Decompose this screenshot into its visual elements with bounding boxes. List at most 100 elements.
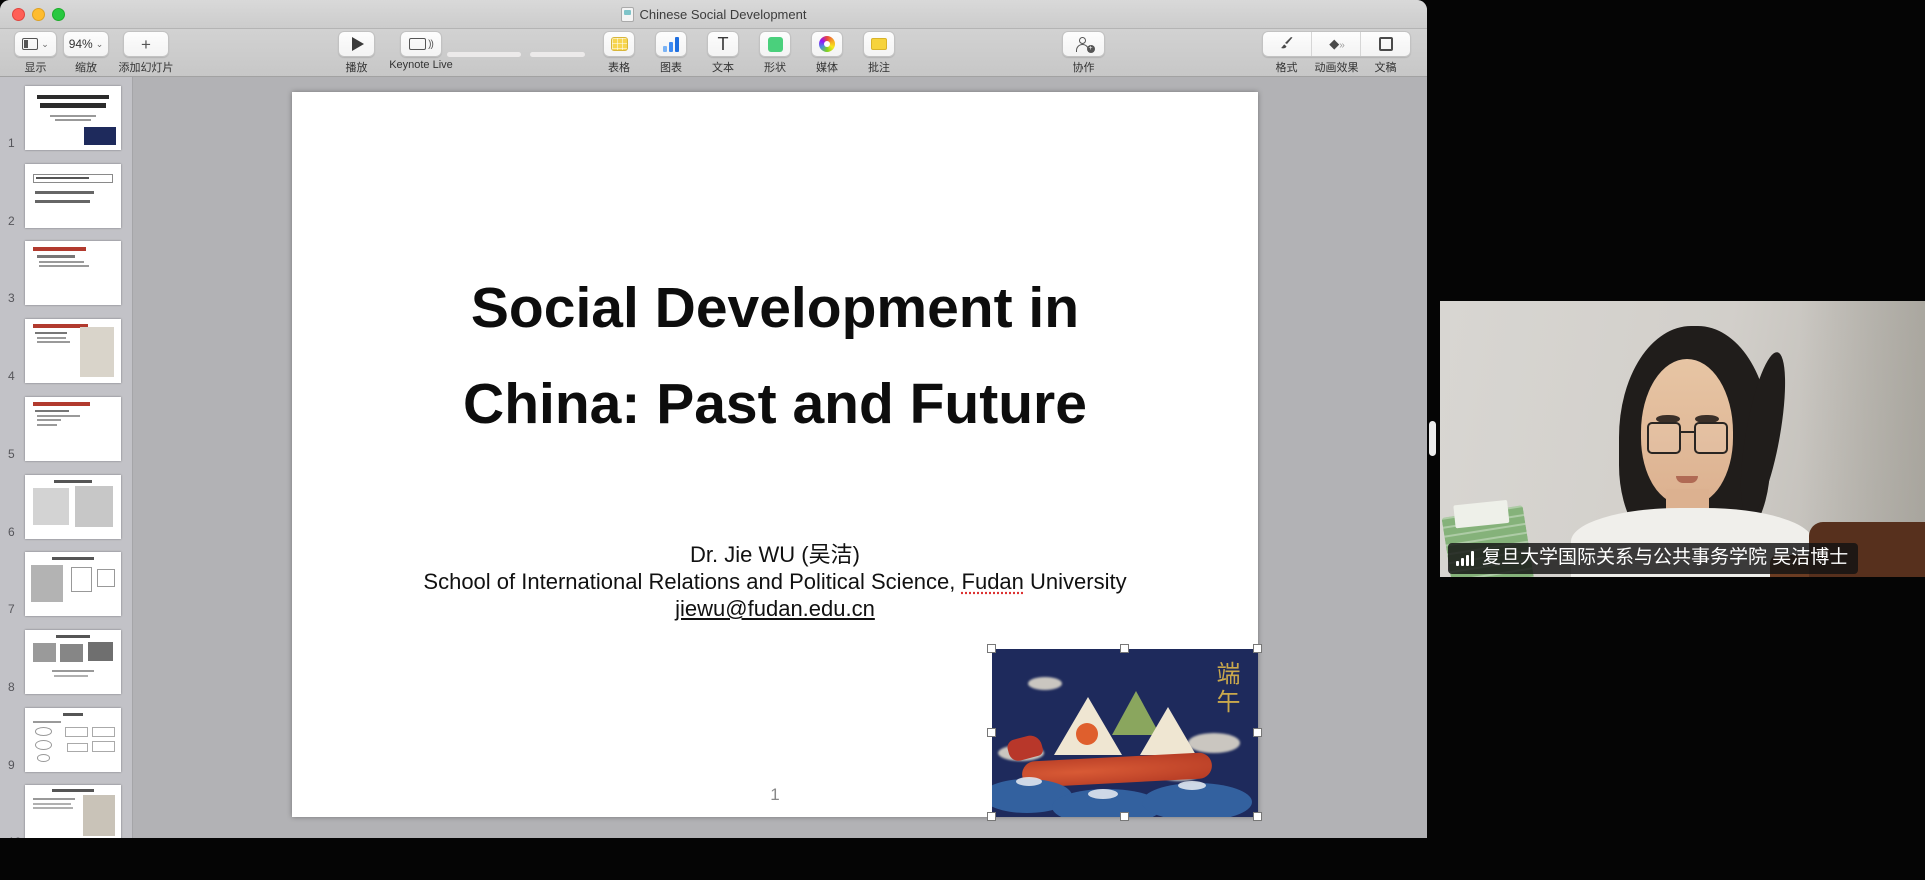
insert-text-button[interactable]: T: [707, 31, 739, 57]
slide-canvas: Social Development in China: Past and Fu…: [133, 77, 1427, 838]
slide-number: 1: [8, 136, 15, 150]
slide-thumbnail-preview[interactable]: [25, 708, 121, 772]
play-icon: [352, 37, 364, 51]
animate-button[interactable]: ◆»: [1312, 32, 1361, 56]
document-button[interactable]: [1361, 32, 1410, 56]
slide-thumbnail-8[interactable]: 8: [0, 630, 133, 694]
format-button[interactable]: [1263, 32, 1312, 56]
document-label: 文稿: [1361, 59, 1410, 75]
media-icon: [819, 36, 835, 52]
plus-icon: +: [141, 36, 151, 53]
keynote-live-icon: [409, 38, 426, 50]
slide-thumbnail-preview[interactable]: [25, 397, 121, 461]
slide-thumbnail-1[interactable]: 1: [0, 86, 133, 150]
view-icon: [22, 38, 38, 50]
toolbar-overflow-dash: [530, 52, 585, 57]
slide-number: 5: [8, 447, 15, 461]
format-brush-icon: [1279, 36, 1295, 52]
signal-strength-icon: [1456, 551, 1474, 566]
chart-icon: [663, 37, 679, 52]
slide-thumbnail-3[interactable]: 3: [0, 241, 133, 305]
slide-thumbnail-preview[interactable]: [25, 785, 121, 838]
selection-handle-e[interactable]: [1253, 728, 1262, 737]
scrollbar-thumb[interactable]: [1429, 421, 1436, 456]
keynote-live-button[interactable]: )): [400, 31, 442, 57]
zoom-label: 缩放: [63, 59, 109, 75]
slide-thumbnail-preview[interactable]: [25, 319, 121, 383]
slide-navigator[interactable]: 1 2 3 4 5 6 7 8 9 10: [0, 77, 133, 838]
slide-number: 7: [8, 602, 15, 616]
slide-thumbnail-preview[interactable]: [25, 552, 121, 616]
slide-thumbnail-5[interactable]: 5: [0, 397, 133, 461]
text-label: 文本: [702, 59, 744, 75]
collaborate-label: 协作: [1062, 59, 1105, 75]
insert-table-button[interactable]: [603, 31, 635, 57]
slide-thumbnail-preview[interactable]: [25, 241, 121, 305]
slide-title[interactable]: Social Development in China: Past and Fu…: [292, 260, 1258, 452]
slide-thumbnail-9[interactable]: 9: [0, 708, 133, 772]
play-label: 播放: [338, 59, 375, 75]
slide-number: 6: [8, 525, 15, 539]
selection-handle-s[interactable]: [1120, 812, 1129, 821]
keynote-live-label: Keynote Live: [382, 59, 460, 71]
insert-media-button[interactable]: [811, 31, 843, 57]
slide-number: 9: [8, 758, 15, 772]
duanwu-calligraphy: 端午: [1209, 661, 1244, 717]
slide-thumbnail-7[interactable]: 7: [0, 552, 133, 616]
window-title: Chinese Social Development: [640, 7, 807, 22]
red-sun-dot: [1076, 723, 1098, 745]
email-line[interactable]: jiewu@fudan.edu.cn: [292, 595, 1258, 622]
table-icon: [611, 37, 628, 51]
slide-thumbnail-4[interactable]: 4: [0, 319, 133, 383]
insert-shape-button[interactable]: [759, 31, 791, 57]
add-slide-label: 添加幻灯片: [113, 59, 179, 75]
glasses: [1647, 422, 1728, 454]
comment-label: 批注: [858, 59, 900, 75]
author-block[interactable]: Dr. Jie WU (吴洁) School of International …: [292, 541, 1258, 622]
insert-comment-button[interactable]: [863, 31, 895, 57]
zongzi-right: [1140, 707, 1196, 755]
author-name: Dr. Jie WU (吴洁): [292, 541, 1258, 568]
slide-thumbnail-2[interactable]: 2: [0, 164, 133, 228]
slide-thumbnail-10[interactable]: 10: [0, 785, 133, 838]
media-label: 媒体: [806, 59, 848, 75]
collaborate-button[interactable]: +: [1062, 31, 1105, 57]
selection-handle-ne[interactable]: [1253, 644, 1262, 653]
selection-handle-nw[interactable]: [987, 644, 996, 653]
slide-thumbnail-preview[interactable]: [25, 630, 121, 694]
comment-icon: [871, 38, 887, 50]
slide-thumbnail-preview[interactable]: [25, 86, 121, 150]
slide-number: 3: [8, 291, 15, 305]
view-label: 显示: [14, 59, 57, 75]
selection-handle-se[interactable]: [1253, 812, 1262, 821]
selection-handle-n[interactable]: [1120, 644, 1129, 653]
keynote-window: Chinese Social Development ⌄ 显示 94%⌄ 缩放 …: [0, 0, 1427, 838]
slide-thumbnail-preview[interactable]: [25, 164, 121, 228]
selection-handle-sw[interactable]: [987, 812, 996, 821]
slide-number: 4: [8, 369, 15, 383]
slide-number: 2: [8, 214, 15, 228]
selection-handle-w[interactable]: [987, 728, 996, 737]
slide-number: 8: [8, 680, 15, 694]
slide-1-editor[interactable]: Social Development in China: Past and Fu…: [292, 92, 1258, 817]
play-button[interactable]: [338, 31, 375, 57]
shape-icon: [768, 37, 783, 52]
text-icon: T: [718, 35, 729, 53]
titlebar: Chinese Social Development: [0, 0, 1427, 29]
inspector-segmented-control: ◆»: [1262, 31, 1411, 57]
chart-label: 图表: [650, 59, 692, 75]
slide-thumbnail-preview[interactable]: [25, 475, 121, 539]
view-button[interactable]: ⌄: [14, 31, 57, 57]
zoom-value: 94%: [69, 37, 93, 51]
participant-name-badge: 复旦大学国际关系与公共事务学院 吴洁博士: [1448, 543, 1858, 574]
animate-diamond-icon: ◆»: [1329, 36, 1343, 52]
toolbar-overflow-dash: [447, 52, 521, 57]
shape-label: 形状: [754, 59, 796, 75]
document-proxy-icon[interactable]: [621, 7, 634, 22]
insert-chart-button[interactable]: [655, 31, 687, 57]
slide-thumbnail-6[interactable]: 6: [0, 475, 133, 539]
affiliation-line: School of International Relations and Po…: [292, 568, 1258, 595]
add-slide-button[interactable]: +: [123, 31, 169, 57]
format-label: 格式: [1262, 59, 1311, 75]
zoom-button[interactable]: 94%⌄: [63, 31, 109, 57]
